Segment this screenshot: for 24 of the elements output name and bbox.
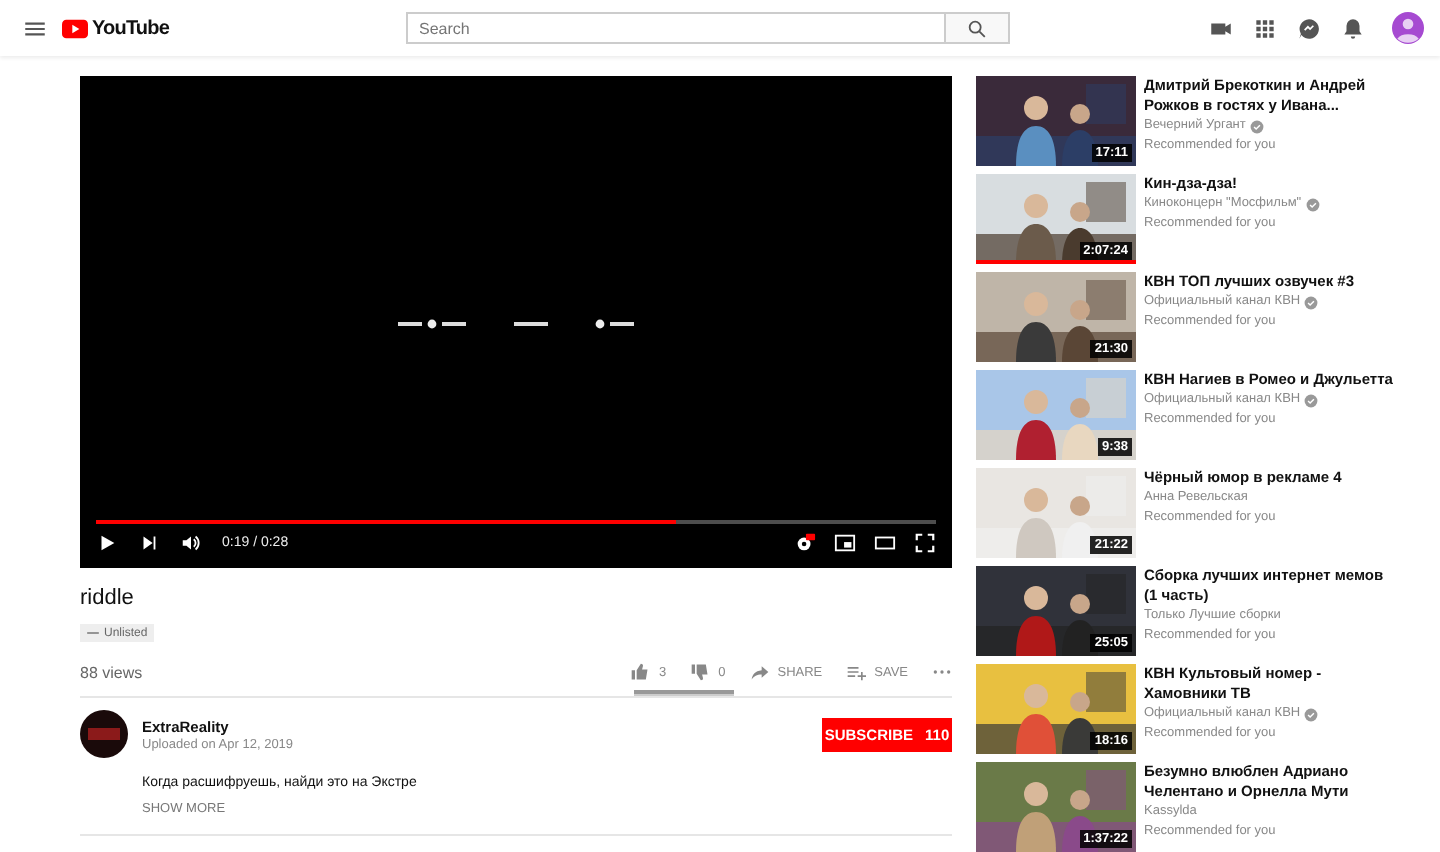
video-title: riddle bbox=[80, 586, 136, 610]
miniplayer-icon[interactable] bbox=[834, 531, 856, 553]
theater-mode-icon[interactable] bbox=[874, 531, 896, 553]
search-field[interactable]: Search bbox=[405, 12, 945, 44]
settings-icon[interactable] bbox=[794, 531, 816, 553]
search-icon bbox=[965, 17, 987, 39]
thumbs-up-icon bbox=[630, 662, 651, 682]
apps-grid-icon[interactable] bbox=[1252, 15, 1278, 41]
volume-icon[interactable] bbox=[180, 531, 202, 553]
view-count: 88 views bbox=[80, 663, 143, 681]
search-button[interactable] bbox=[945, 12, 1009, 44]
next-icon[interactable] bbox=[138, 531, 160, 553]
avatar-icon[interactable] bbox=[1392, 12, 1424, 44]
chat-icon[interactable] bbox=[1296, 15, 1322, 41]
playlist-add-icon bbox=[846, 662, 867, 682]
play-logo-icon bbox=[62, 15, 88, 41]
sentiment-bar bbox=[634, 690, 734, 696]
channel-avatar[interactable] bbox=[80, 710, 128, 758]
arrow-icon bbox=[749, 662, 770, 682]
thumbs-down-icon bbox=[690, 662, 711, 682]
bell-icon[interactable] bbox=[1340, 15, 1366, 41]
fullscreen-icon[interactable] bbox=[914, 531, 936, 553]
logo[interactable]: YouTube bbox=[62, 15, 169, 41]
play-icon[interactable] bbox=[96, 531, 118, 553]
